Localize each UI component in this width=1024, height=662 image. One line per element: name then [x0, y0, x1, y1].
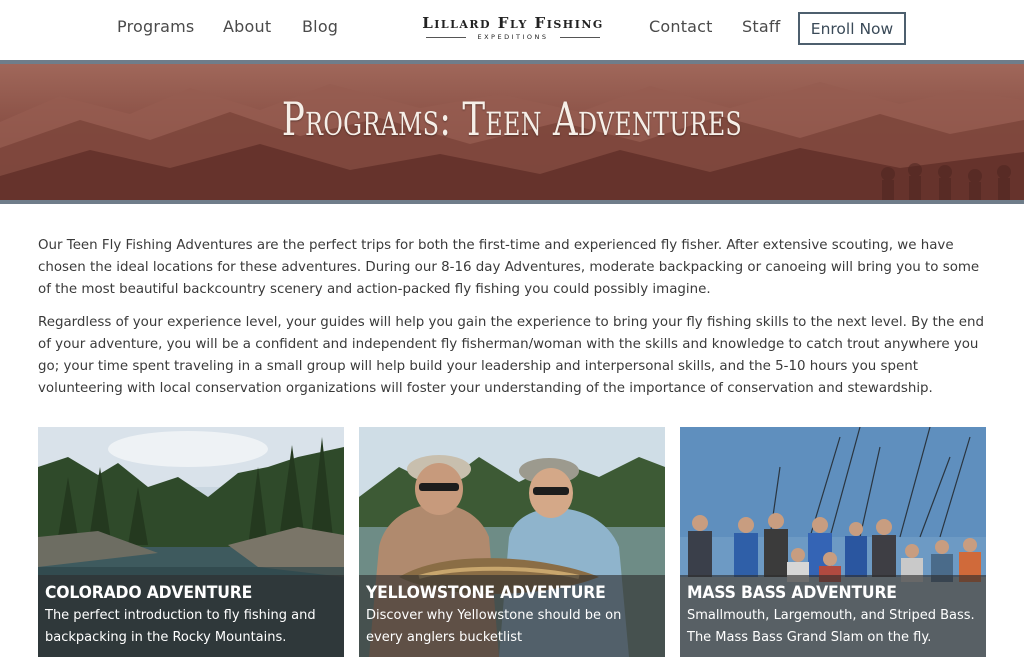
- card-caption: MASS BASS ADVENTURE Smallmouth, Largemou…: [680, 575, 986, 657]
- nav-link-programs[interactable]: Programs: [117, 17, 194, 36]
- logo-subtitle: EXPEDITIONS: [420, 33, 606, 41]
- site-logo[interactable]: Lillard Fly Fishing EXPEDITIONS: [420, 14, 606, 44]
- card-caption: COLORADO ADVENTURE The perfect introduct…: [38, 575, 344, 657]
- card-description: Discover why Yellowstone should be on ev…: [366, 608, 622, 645]
- program-card-yellowstone[interactable]: YELLOWSTONE ADVENTURE Discover why Yello…: [359, 427, 665, 657]
- hero-divider: [0, 200, 1024, 204]
- card-title: MASS BASS ADVENTURE: [687, 583, 897, 603]
- nav-link-about[interactable]: About: [223, 17, 271, 36]
- site-header: Programs About Blog Lillard Fly Fishing …: [0, 0, 1024, 60]
- card-caption: YELLOWSTONE ADVENTURE Discover why Yello…: [359, 575, 665, 657]
- card-title: YELLOWSTONE ADVENTURE: [366, 583, 606, 603]
- nav-link-staff[interactable]: Staff: [742, 17, 781, 36]
- card-description: Smallmouth, Largemouth, and Striped Bass…: [687, 608, 975, 645]
- card-description: The perfect introduction to fly fishing …: [45, 608, 316, 645]
- hero-banner: Programs: Teen Adventures: [0, 64, 1024, 200]
- page-title: Programs: Teen Adventures: [281, 92, 743, 146]
- intro-paragraph: Our Teen Fly Fishing Adventures are the …: [38, 238, 980, 297]
- nav-link-blog[interactable]: Blog: [302, 17, 338, 36]
- nav-link-contact[interactable]: Contact: [649, 17, 713, 36]
- intro-text: Our Teen Fly Fishing Adventures are the …: [38, 235, 988, 412]
- intro-paragraph: Regardless of your experience level, you…: [38, 315, 984, 396]
- card-title: COLORADO ADVENTURE: [45, 583, 253, 603]
- program-card-mass-bass[interactable]: MASS BASS ADVENTURE Smallmouth, Largemou…: [680, 427, 986, 657]
- enroll-now-button[interactable]: Enroll Now: [798, 12, 906, 45]
- logo-wordmark: Lillard Fly Fishing: [422, 14, 604, 32]
- program-card-colorado[interactable]: COLORADO ADVENTURE The perfect introduct…: [38, 427, 344, 657]
